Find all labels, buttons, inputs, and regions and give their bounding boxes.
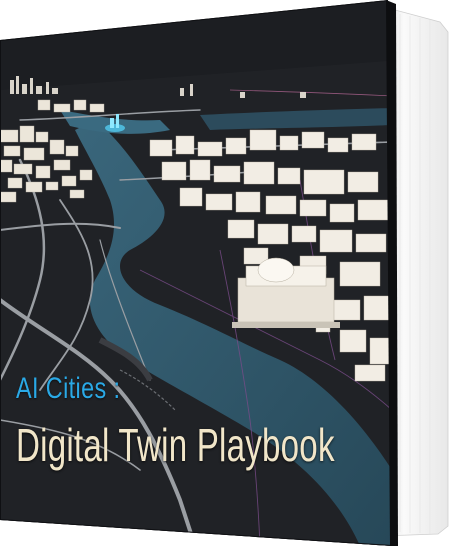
book-title-line-2: Digital Twin Playbook: [16, 419, 335, 471]
book-3d-mockup: AI Cities : Digital Twin Playbook: [0, 0, 454, 546]
book-title-line-1: AI Cities :: [16, 372, 121, 405]
